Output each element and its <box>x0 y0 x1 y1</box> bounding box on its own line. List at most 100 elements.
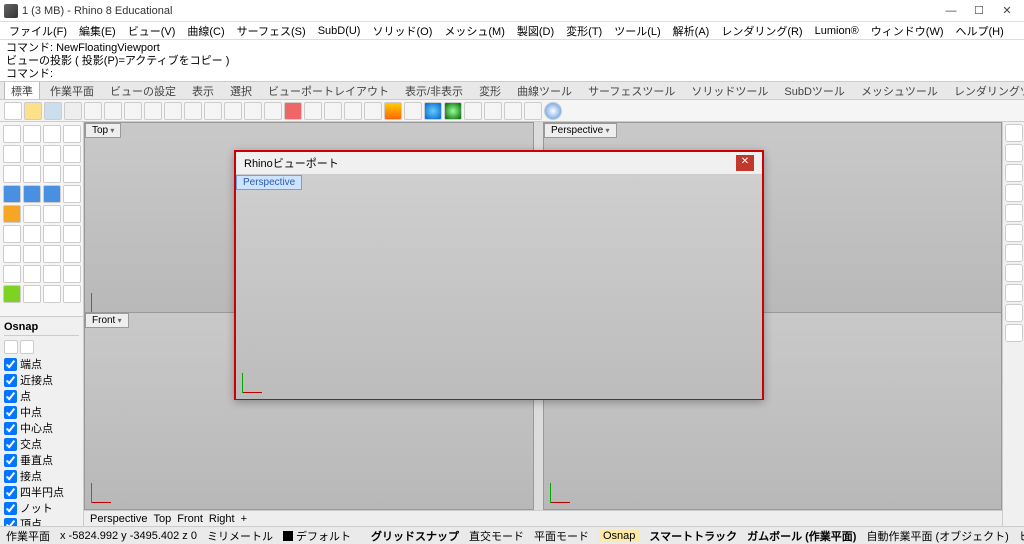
command-prompt[interactable]: コマンド: <box>6 68 1018 81</box>
status-osnap[interactable]: Osnap <box>599 530 639 542</box>
osnap-checkbox[interactable] <box>4 470 17 483</box>
tool-icon[interactable] <box>23 265 41 283</box>
tab-vplayout[interactable]: ビューポートレイアウト <box>262 82 395 100</box>
status-units[interactable]: ミリメートル <box>207 528 273 544</box>
osnap-item[interactable]: 中心点 <box>4 420 79 436</box>
tool-icon[interactable] <box>304 102 322 120</box>
tab-standard[interactable]: 標準 <box>4 82 40 100</box>
menu-drafting[interactable]: 製図(D) <box>512 22 559 40</box>
tool-icon[interactable] <box>324 102 342 120</box>
osnap-item[interactable]: 端点 <box>4 356 79 372</box>
tool-icon[interactable] <box>63 285 81 303</box>
floating-viewport-label[interactable]: Perspective <box>236 175 302 190</box>
menu-lumion[interactable]: Lumion® <box>810 24 864 38</box>
save-icon[interactable] <box>44 102 62 120</box>
vptab-front[interactable]: Front <box>177 513 203 525</box>
tab-viewsettings[interactable]: ビューの設定 <box>104 82 182 100</box>
menu-subd[interactable]: SubD(U) <box>313 24 366 38</box>
viewport-label-front[interactable]: Front <box>85 313 129 328</box>
status-layer[interactable]: デフォルト <box>283 528 351 544</box>
menu-edit[interactable]: 編集(E) <box>74 22 121 40</box>
tool-icon[interactable] <box>43 245 61 263</box>
copy-icon[interactable] <box>23 225 41 243</box>
tool-icon[interactable] <box>464 102 482 120</box>
tab-cplane[interactable]: 作業平面 <box>44 82 100 100</box>
osnap-checkbox[interactable] <box>4 406 17 419</box>
tool-icon[interactable] <box>364 102 382 120</box>
cylinder-icon[interactable] <box>43 185 61 203</box>
arc-icon[interactable] <box>63 145 81 163</box>
tool-icon[interactable] <box>63 185 81 203</box>
tool-icon[interactable] <box>43 265 61 283</box>
osnap-btn[interactable] <box>4 340 18 354</box>
tool-icon[interactable] <box>63 125 81 143</box>
panel-icon[interactable] <box>1005 204 1023 222</box>
menu-mesh[interactable]: メッシュ(M) <box>439 22 510 40</box>
scale-icon[interactable] <box>63 225 81 243</box>
osnap-checkbox[interactable] <box>4 390 17 403</box>
tool-icon[interactable] <box>43 285 61 303</box>
circle-icon[interactable] <box>43 145 61 163</box>
tool-icon[interactable] <box>23 205 41 223</box>
help-icon[interactable] <box>544 102 562 120</box>
osnap-item[interactable]: ノット <box>4 500 79 516</box>
tab-curvetools[interactable]: 曲線ツール <box>511 82 578 100</box>
osnap-checkbox[interactable] <box>4 486 17 499</box>
osnap-checkbox[interactable] <box>4 518 17 527</box>
status-gridsnap[interactable]: グリッドスナップ <box>371 528 459 544</box>
mirror-icon[interactable] <box>3 245 21 263</box>
copy-icon[interactable] <box>104 102 122 120</box>
floating-titlebar[interactable]: Rhinoビューポート ✕ <box>236 152 762 175</box>
tool-icon[interactable] <box>23 285 41 303</box>
tool-icon[interactable] <box>43 125 61 143</box>
tool-icon[interactable] <box>23 125 41 143</box>
tool-icon[interactable] <box>224 102 242 120</box>
tab-solidtools[interactable]: ソリッドツール <box>685 82 774 100</box>
undo-icon[interactable] <box>144 102 162 120</box>
open-icon[interactable] <box>24 102 42 120</box>
explode-icon[interactable] <box>3 205 21 223</box>
floating-viewport[interactable]: Perspective <box>236 175 762 399</box>
menu-view[interactable]: ビュー(V) <box>123 22 181 40</box>
menu-render[interactable]: レンダリング(R) <box>716 22 807 40</box>
maximize-button[interactable]: ☐ <box>966 2 992 20</box>
status-gumball[interactable]: ガムボール (作業平面) <box>747 528 856 544</box>
tab-rendertools[interactable]: レンダリングツール <box>948 82 1024 100</box>
osnap-checkbox[interactable] <box>4 358 17 371</box>
ellipse-icon[interactable] <box>43 165 61 183</box>
panel-icon[interactable] <box>1005 224 1023 242</box>
new-icon[interactable] <box>4 102 22 120</box>
pointer-icon[interactable] <box>3 125 21 143</box>
tool-icon[interactable] <box>63 245 81 263</box>
menu-analyze[interactable]: 解析(A) <box>668 22 715 40</box>
vptab-perspective[interactable]: Perspective <box>90 513 147 525</box>
tab-display[interactable]: 表示 <box>186 82 220 100</box>
osnap-checkbox[interactable] <box>4 374 17 387</box>
tool-icon[interactable] <box>63 265 81 283</box>
status-autocplane[interactable]: 自動作業平面 (オブジェクト) <box>866 528 1008 544</box>
tool-icon[interactable] <box>524 102 542 120</box>
menu-solid[interactable]: ソリッド(O) <box>367 22 437 40</box>
polygon-icon[interactable] <box>23 165 41 183</box>
move-icon[interactable] <box>3 225 21 243</box>
redo-icon[interactable] <box>164 102 182 120</box>
tool-icon[interactable] <box>404 102 422 120</box>
osnap-item[interactable]: 垂直点 <box>4 452 79 468</box>
osnap-item[interactable]: 近接点 <box>4 372 79 388</box>
tool-icon[interactable] <box>63 205 81 223</box>
tab-visibility[interactable]: 表示/非表示 <box>399 82 469 100</box>
tool-icon[interactable] <box>384 102 402 120</box>
osnap-checkbox[interactable] <box>4 502 17 515</box>
menu-tools[interactable]: ツール(L) <box>609 22 665 40</box>
panel-icon[interactable] <box>1005 244 1023 262</box>
panel-icon[interactable] <box>1005 264 1023 282</box>
rect-icon[interactable] <box>3 165 21 183</box>
osnap-btn[interactable] <box>20 340 34 354</box>
tab-meshtools[interactable]: メッシュツール <box>855 82 944 100</box>
tool-icon[interactable] <box>444 102 462 120</box>
status-smarttrack[interactable]: スマートトラック <box>649 528 737 544</box>
tool-icon[interactable] <box>184 102 202 120</box>
tool-icon[interactable] <box>244 102 262 120</box>
close-button[interactable]: ✕ <box>994 2 1020 20</box>
menu-help[interactable]: ヘルプ(H) <box>951 22 1009 40</box>
